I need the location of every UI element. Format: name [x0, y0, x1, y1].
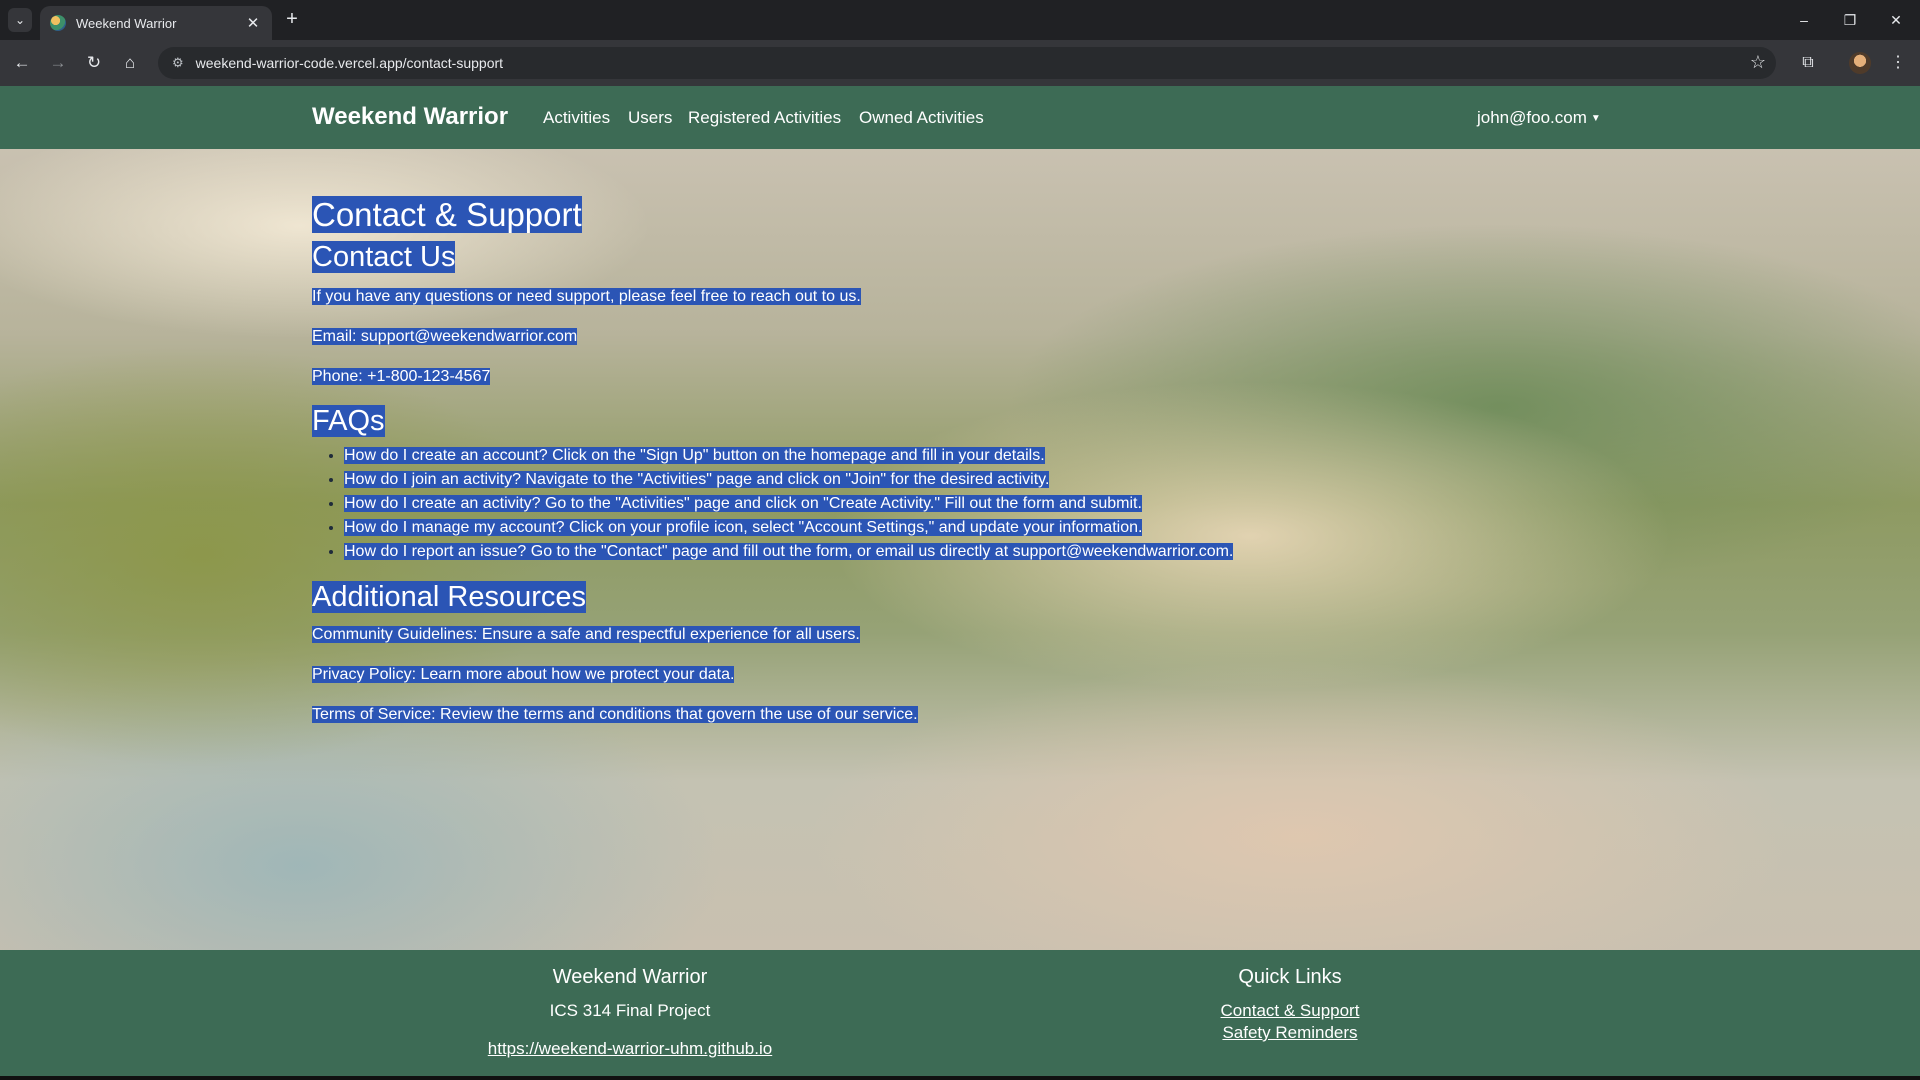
profile-avatar-icon[interactable]	[1849, 52, 1871, 74]
brand-logo[interactable]: Weekend Warrior	[312, 103, 508, 131]
main-content: Contact & Support Contact Us If you have…	[312, 196, 1612, 726]
user-dropdown[interactable]: john@foo.com ▼	[1477, 108, 1601, 128]
contact-heading: Contact Us	[312, 241, 456, 273]
favicon-icon	[50, 15, 66, 31]
faq-list: How do I create an account? Click on the…	[344, 444, 1612, 564]
resources-heading: Additional Resources	[312, 581, 587, 613]
resource-privacy: Privacy Policy: Learn more about how we …	[312, 666, 735, 683]
browser-tabstrip: ⌄ Weekend Warrior ✕ + – ❐ ✕	[0, 0, 1920, 40]
nav-link-registered-activities[interactable]: Registered Activities	[688, 108, 841, 128]
caret-down-icon: ▼	[1590, 113, 1601, 124]
faq-item: How do I manage my account? Click on you…	[344, 516, 1612, 540]
menu-kebab-icon[interactable]: ⋮	[1884, 49, 1912, 77]
nav-link-activities[interactable]: Activities	[543, 108, 610, 128]
footer-site-link[interactable]: https://weekend-warrior-uhm.github.io	[430, 1039, 830, 1059]
browser-toolbar: ← → ↻ ⌂ ⚙ weekend-warrior-code.vercel.ap…	[0, 40, 1920, 86]
reload-icon[interactable]: ↻	[80, 49, 108, 77]
faq-item: How do I report an issue? Go to the "Con…	[344, 540, 1612, 564]
nav-link-owned-activities[interactable]: Owned Activities	[859, 108, 984, 128]
page-bottom-edge	[0, 1076, 1920, 1080]
page-title: Contact & Support	[312, 196, 582, 233]
faq-item: How do I create an activity? Go to the "…	[344, 492, 1612, 516]
footer-link-safety-reminders[interactable]: Safety Reminders	[1140, 1023, 1440, 1043]
back-icon[interactable]: ←	[8, 49, 36, 77]
close-window-icon[interactable]: ✕	[1876, 6, 1916, 34]
nav-link-users[interactable]: Users	[628, 108, 672, 128]
tab-title: Weekend Warrior	[76, 15, 177, 31]
site-footer: Weekend Warrior ICS 314 Final Project ht…	[0, 950, 1920, 1080]
tab-search-chevron-icon[interactable]: ⌄	[8, 8, 32, 32]
new-tab-icon[interactable]: +	[280, 8, 304, 32]
footer-quick-links-column: Quick Links Contact & Support Safety Rem…	[1140, 950, 1440, 1043]
user-email: john@foo.com	[1477, 108, 1587, 127]
contact-email: Email: support@weekendwarrior.com	[312, 328, 578, 345]
footer-brand-column: Weekend Warrior ICS 314 Final Project ht…	[430, 950, 830, 1059]
footer-link-contact-support[interactable]: Contact & Support	[1140, 1001, 1440, 1021]
restore-icon[interactable]: ❐	[1830, 6, 1870, 34]
quick-links-title: Quick Links	[1238, 966, 1342, 988]
faqs-heading: FAQs	[312, 405, 385, 437]
site-info-icon[interactable]: ⚙	[172, 55, 184, 71]
resource-guidelines: Community Guidelines: Ensure a safe and …	[312, 626, 860, 643]
address-bar[interactable]: ⚙ weekend-warrior-code.vercel.app/contac…	[158, 47, 1776, 79]
url-text[interactable]: weekend-warrior-code.vercel.app/contact-…	[196, 55, 503, 71]
resource-terms: Terms of Service: Review the terms and c…	[312, 706, 918, 723]
forward-icon[interactable]: →	[44, 49, 72, 77]
browser-tab[interactable]: Weekend Warrior ✕	[40, 6, 272, 40]
tab-close-icon[interactable]: ✕	[244, 14, 262, 32]
contact-phone: Phone: +1-800-123-4567	[312, 368, 491, 385]
faq-item: How do I join an activity? Navigate to t…	[344, 468, 1612, 492]
extensions-icon[interactable]: ⧉	[1794, 49, 1822, 77]
web-page: Weekend Warrior Activities Users Registe…	[0, 86, 1920, 1080]
site-navbar: Weekend Warrior Activities Users Registe…	[0, 86, 1920, 149]
home-icon[interactable]: ⌂	[116, 49, 144, 77]
bookmark-star-icon[interactable]: ☆	[1750, 52, 1766, 73]
footer-subtitle: ICS 314 Final Project	[549, 1001, 711, 1020]
contact-intro: If you have any questions or need suppor…	[312, 288, 861, 305]
minimize-icon[interactable]: –	[1784, 6, 1824, 34]
faq-item: How do I create an account? Click on the…	[344, 444, 1612, 468]
footer-brand-title: Weekend Warrior	[552, 966, 708, 988]
